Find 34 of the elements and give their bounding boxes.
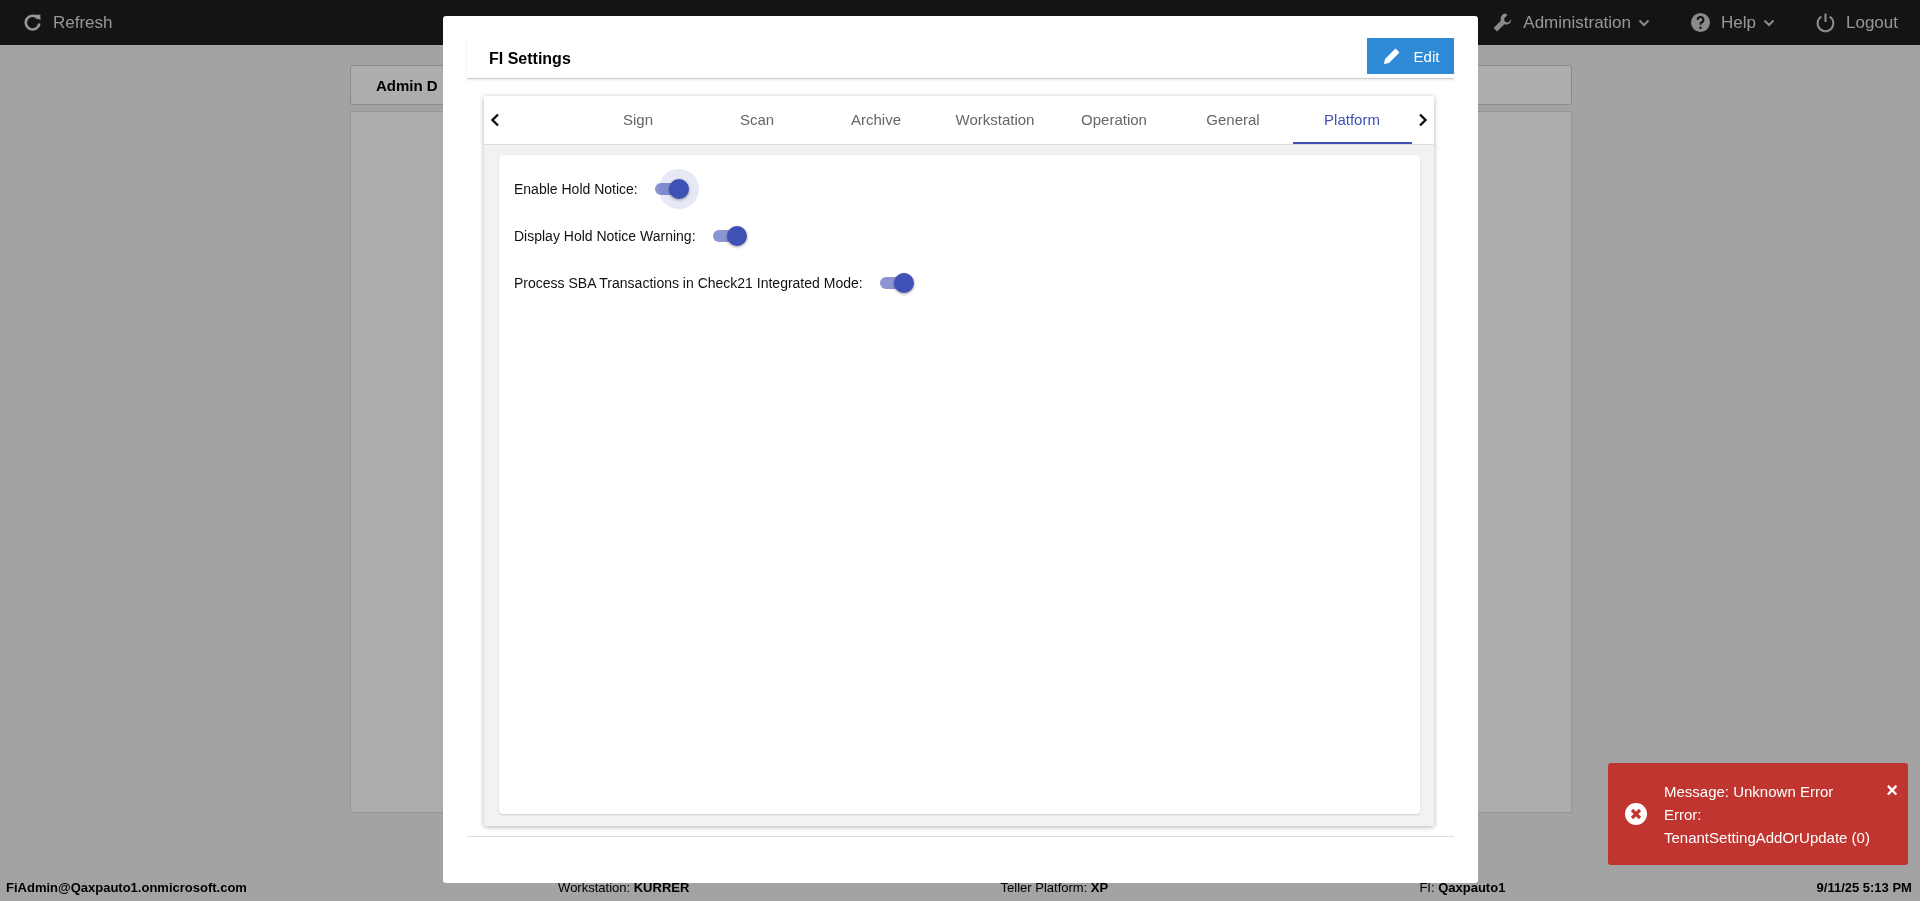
menu-button[interactable]: Help (1690, 12, 1775, 33)
error-message: Error: (1664, 805, 1703, 823)
error-message: TenantSettingAddOrUpdate (0) (1664, 828, 1871, 846)
caret-icon (1638, 18, 1651, 27)
dialog-title: FI Settings (489, 50, 571, 68)
power-icon (1815, 12, 1836, 33)
error-message: Message: Unknown Error (1664, 782, 1835, 800)
timestamp: 9/11/25 5:13 PM (1816, 879, 1912, 895)
chevron-right-icon (1417, 113, 1428, 127)
wrench-icon (1492, 12, 1514, 33)
card-title: Admin D (376, 76, 438, 94)
menu-button[interactable]: Administration (1492, 12, 1651, 33)
tab[interactable]: Operation (1054, 96, 1174, 144)
setting-label: Process SBA Transactions in Check21 Integrated Mode: (514, 274, 863, 291)
status-item: Teller Platform: XP (1000, 879, 1109, 895)
status-item: Workstation: KURRER (558, 879, 690, 895)
help-icon (1690, 12, 1712, 33)
tab[interactable]: General (1173, 96, 1293, 144)
menu-button[interactable]: Logout (1815, 12, 1898, 33)
chevron-left-icon (490, 113, 501, 127)
close-button[interactable]: × (1886, 779, 1898, 802)
caret-icon (1763, 18, 1775, 27)
edit-button[interactable]: Edit (1367, 38, 1454, 74)
user-email: FiAdmin@Qaxpauto1.onmicrosoft.com (6, 879, 247, 895)
setting-label: Display Hold Notice Warning: (514, 227, 696, 244)
error-icon (1624, 802, 1648, 826)
tab[interactable]: Archive (816, 96, 936, 144)
refresh-button[interactable]: Refresh (22, 12, 113, 33)
refresh-icon (22, 12, 43, 33)
tab[interactable]: Workstation (935, 96, 1055, 144)
setting-label: Enable Hold Notice: (514, 180, 638, 197)
tab[interactable]: Sign (578, 96, 698, 144)
status-item: FI: Qaxpauto1 (1419, 879, 1506, 895)
tab[interactable]: Scan (697, 96, 817, 144)
